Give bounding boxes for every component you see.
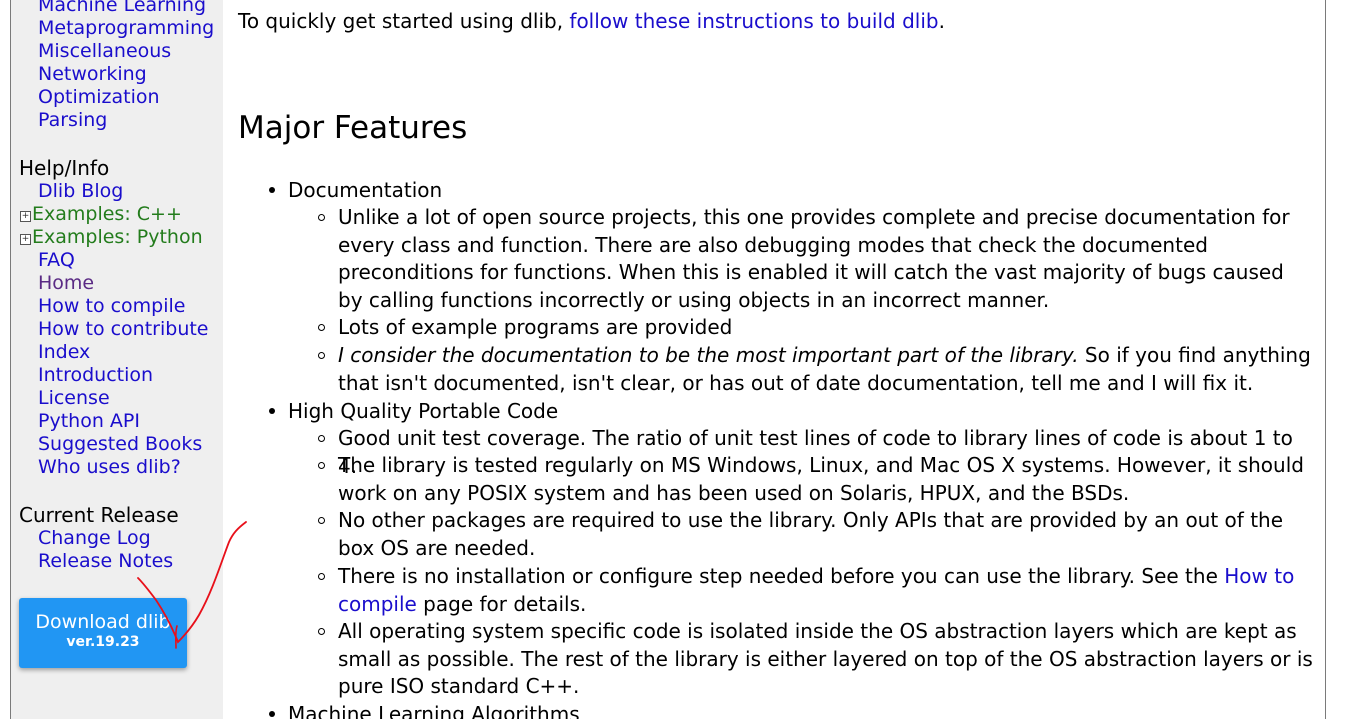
intro-paragraph: To quickly get started using dlib, follo… [238,8,945,34]
help-info-heading: Help/Info [19,156,110,180]
sidebar-link-miscellaneous[interactable]: Miscellaneous [38,40,171,63]
expand-plus-icon[interactable]: + [20,234,31,245]
sidebar-link-home[interactable]: Home [38,272,94,295]
sidebar-link-how-to-compile[interactable]: How to compile [38,295,186,318]
sidebar-link-networking[interactable]: Networking [38,63,147,86]
expand-plus-icon[interactable]: + [20,211,31,222]
sidebar-link-examples-cpp[interactable]: + Examples: C++ [20,203,182,226]
current-release-heading: Current Release [19,503,179,527]
sidebar-link-machine-learning[interactable]: Machine Learning [38,0,206,17]
feature-section-portable-code: High Quality Portable Code [268,399,559,423]
download-button-label: Download dlib [35,611,171,633]
emphasis-text: I consider the documentation to be the m… [338,343,1079,367]
examples-cpp-label: Examples: C++ [32,203,182,225]
feature-item-text: There is no installation or configure st… [338,564,1225,588]
sidebar-link-suggested-books[interactable]: Suggested Books [38,433,202,456]
intro-period: . [938,9,945,33]
main-content: To quickly get started using dlib, follo… [223,0,1324,719]
sidebar-link-optimization[interactable]: Optimization [38,86,160,109]
sidebar-link-release-notes[interactable]: Release Notes [38,550,173,573]
download-button-version: ver.19.23 [66,634,140,650]
feature-section-documentation: Documentation [268,178,443,202]
sidebar-link-who-uses-dlib[interactable]: Who uses dlib? [38,456,181,479]
build-instructions-link[interactable]: follow these instructions to build dlib [569,9,938,33]
sidebar-link-how-to-contribute[interactable]: How to contribute [38,318,209,341]
sidebar-link-change-log[interactable]: Change Log [38,527,151,550]
sidebar-link-parsing[interactable]: Parsing [38,109,107,132]
download-dlib-button[interactable]: Download dlib ver.19.23 [19,598,187,668]
intro-text: To quickly get started using dlib, [238,9,570,33]
feature-item-text: page for details. [416,591,587,616]
page: Machine Learning Metaprogramming Miscell… [0,0,1350,719]
sidebar-link-python-api[interactable]: Python API [38,410,140,433]
feature-item: I consider the documentation to be the m… [318,342,1313,397]
feature-item: Lots of example programs are provided [318,314,1313,342]
feature-section-machine-learning: Machine Learning Algorithms [269,701,580,719]
feature-item: No other packages are required to use th… [318,507,1313,562]
feature-item: There is no installation or configure st… [318,563,1313,618]
sidebar-nav: Machine Learning Metaprogramming Miscell… [10,0,224,719]
feature-item: Unlike a lot of open source projects, th… [318,204,1313,314]
feature-item: The library is tested regularly on MS Wi… [318,452,1313,507]
page-title: Major Features [238,110,468,146]
sidebar-link-introduction[interactable]: Introduction [38,364,153,387]
sidebar-link-index[interactable]: Index [38,341,90,364]
sidebar-link-dlib-blog[interactable]: Dlib Blog [38,180,123,203]
sidebar-link-faq[interactable]: FAQ [38,249,75,272]
right-gutter [1326,0,1350,719]
examples-python-label: Examples: Python [32,226,203,248]
sidebar-link-examples-python[interactable]: + Examples: Python [20,226,203,249]
sidebar-link-metaprogramming[interactable]: Metaprogramming [38,17,214,40]
feature-item: All operating system specific code is is… [318,618,1313,701]
sidebar-link-license[interactable]: License [38,387,110,410]
